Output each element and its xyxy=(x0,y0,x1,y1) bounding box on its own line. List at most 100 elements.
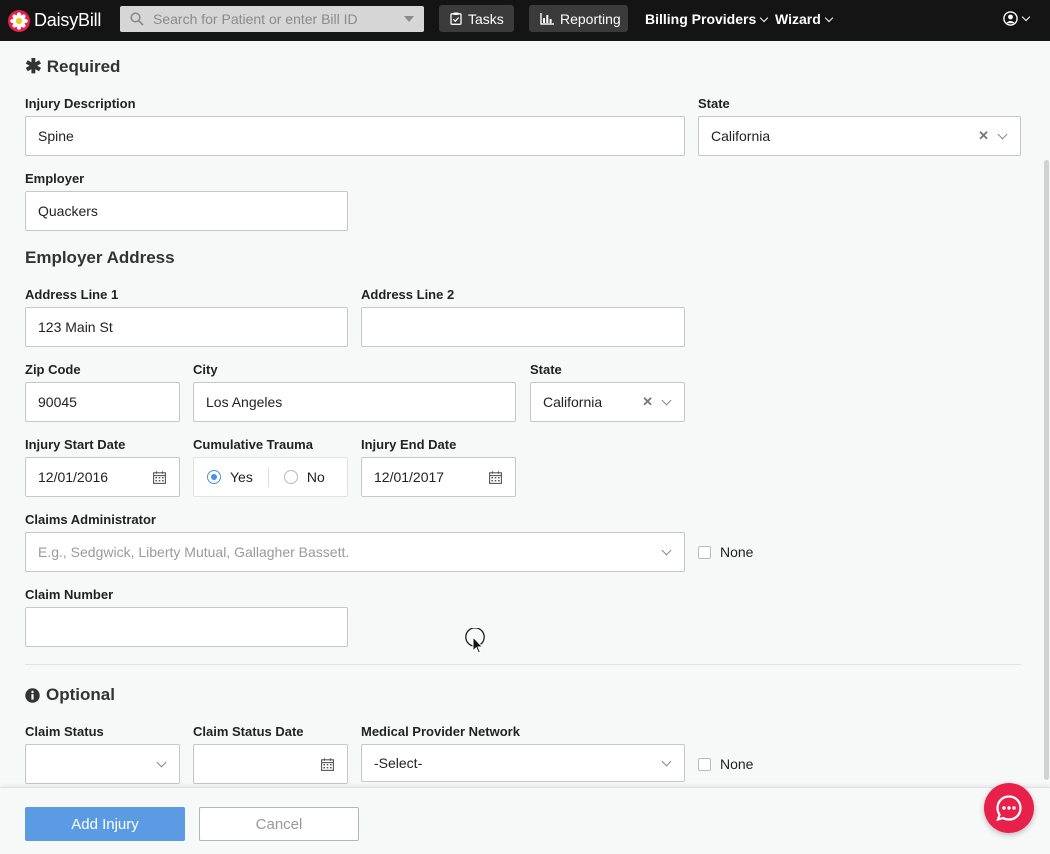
mpn-label: Medical Provider Network xyxy=(361,724,520,739)
address-state-value: California xyxy=(543,394,603,410)
chevron-down-icon xyxy=(661,395,672,405)
chat-widget-button[interactable] xyxy=(984,783,1034,833)
wizard-menu[interactable]: Wizard xyxy=(775,11,834,27)
claim-status-label: Claim Status xyxy=(25,724,104,739)
employer-value: Quackers xyxy=(38,203,98,219)
injury-description-input[interactable]: Spine xyxy=(25,116,685,156)
optional-heading-text: Optional xyxy=(46,685,115,704)
claims-admin-none-option[interactable]: None xyxy=(698,544,753,560)
zip-input[interactable]: 90045 xyxy=(25,382,180,422)
address-line1-input[interactable]: 123 Main St xyxy=(25,307,348,347)
cancel-button[interactable]: Cancel xyxy=(199,807,359,841)
employer-label: Employer xyxy=(25,171,85,186)
state-select[interactable]: California ✕ xyxy=(698,116,1021,156)
section-divider xyxy=(25,664,1021,665)
calendar-icon[interactable] xyxy=(321,757,334,771)
required-heading-text: Required xyxy=(46,57,121,76)
mpn-none-label: None xyxy=(720,756,754,772)
city-input[interactable]: Los Angeles xyxy=(193,382,516,422)
tasks-label: Tasks xyxy=(468,10,504,27)
claims-administrator-placeholder: E.g., Sedgwick, Liberty Mutual, Gallaghe… xyxy=(38,544,350,560)
caret-down-icon xyxy=(404,16,414,22)
mpn-select[interactable]: -Select- xyxy=(361,744,685,782)
address-line2-label: Address Line 2 xyxy=(361,287,455,302)
reporting-button[interactable]: Reporting xyxy=(529,5,628,32)
required-heading: ✱ Required xyxy=(25,57,120,77)
chevron-down-icon xyxy=(661,756,672,766)
injury-end-date-input[interactable]: 12/01/2017 xyxy=(361,457,516,497)
address-state-select[interactable]: California ✕ xyxy=(530,382,685,422)
employer-input[interactable]: Quackers xyxy=(25,191,348,231)
billing-providers-label: Billing Providers xyxy=(645,11,757,27)
search-icon xyxy=(130,12,144,26)
state-label: State xyxy=(698,96,730,111)
chevron-down-icon xyxy=(661,545,672,555)
radio-divider xyxy=(267,467,269,487)
claims-administrator-label: Claims Administrator xyxy=(25,512,156,527)
top-navbar: DaisyBill Search for Patient or enter Bi… xyxy=(0,0,1050,41)
user-menu[interactable] xyxy=(1003,11,1031,26)
chevron-down-icon xyxy=(1021,12,1031,22)
cumulative-trauma-label: Cumulative Trauma xyxy=(193,437,313,452)
calendar-icon[interactable] xyxy=(489,470,502,484)
brand-name: DaisyBill xyxy=(34,10,102,30)
claim-status-date-input[interactable] xyxy=(193,744,348,784)
calendar-icon[interactable] xyxy=(153,470,166,484)
brand[interactable]: DaisyBill xyxy=(8,9,108,32)
patient-search-input[interactable]: Search for Patient or enter Bill ID xyxy=(120,6,424,32)
trauma-yes-label: Yes xyxy=(230,469,253,485)
trauma-yes-radio[interactable] xyxy=(207,470,221,484)
asterisk-icon: ✱ xyxy=(25,56,42,78)
chevron-down-icon xyxy=(997,129,1008,139)
injury-end-date-value: 12/01/2017 xyxy=(374,469,445,485)
chevron-down-icon xyxy=(156,757,167,767)
trauma-no-label: No xyxy=(306,469,325,485)
address-line1-label: Address Line 1 xyxy=(25,287,119,302)
claims-admin-none-label: None xyxy=(720,544,754,560)
clear-icon[interactable]: ✕ xyxy=(978,128,989,144)
user-circle-icon xyxy=(1003,11,1018,26)
city-label: City xyxy=(193,362,218,377)
scrollbar-thumb[interactable] xyxy=(1044,160,1049,780)
injury-description-value: Spine xyxy=(38,128,74,144)
optional-heading: Optional xyxy=(25,685,115,705)
injury-end-date-label: Injury End Date xyxy=(361,437,457,452)
claim-number-label: Claim Number xyxy=(25,587,114,602)
tasks-button[interactable]: Tasks xyxy=(439,5,514,32)
injury-start-date-label: Injury Start Date xyxy=(25,437,126,452)
chevron-down-icon xyxy=(760,13,769,22)
billing-providers-menu[interactable]: Billing Providers xyxy=(645,11,769,27)
address-line1-value: 123 Main St xyxy=(38,319,113,335)
clipboard-check-icon xyxy=(450,12,462,25)
claims-administrator-select[interactable]: E.g., Sedgwick, Liberty Mutual, Gallaghe… xyxy=(25,532,685,572)
search-placeholder: Search for Patient or enter Bill ID xyxy=(153,11,358,27)
trauma-no-radio[interactable] xyxy=(283,470,298,484)
chevron-down-icon xyxy=(824,13,834,22)
clear-icon[interactable]: ✕ xyxy=(642,394,653,410)
state-value: California xyxy=(711,128,771,144)
bar-chart-icon xyxy=(540,12,554,25)
claim-status-select[interactable] xyxy=(25,744,180,784)
mpn-none-checkbox[interactable] xyxy=(698,757,711,771)
injury-start-date-input[interactable]: 12/01/2016 xyxy=(25,457,180,497)
add-injury-button[interactable]: Add Injury xyxy=(25,807,185,841)
zip-label: Zip Code xyxy=(25,362,81,377)
wizard-label: Wizard xyxy=(775,11,821,27)
cumulative-trauma-radio-group: Yes No xyxy=(193,457,348,497)
injury-start-date-value: 12/01/2016 xyxy=(38,469,109,485)
injury-description-label: Injury Description xyxy=(25,96,136,111)
reporting-label: Reporting xyxy=(560,10,621,27)
claim-number-input[interactable] xyxy=(25,607,348,647)
claim-status-date-label: Claim Status Date xyxy=(193,724,304,739)
employer-address-heading: Employer Address xyxy=(25,248,175,267)
mpn-value: -Select- xyxy=(374,755,423,771)
claims-admin-none-checkbox[interactable] xyxy=(698,545,711,559)
mpn-none-option[interactable]: None xyxy=(698,756,753,772)
zip-value: 90045 xyxy=(38,394,77,410)
address-line2-input[interactable] xyxy=(361,307,685,347)
address-state-label: State xyxy=(530,362,562,377)
info-circle-icon xyxy=(25,687,40,703)
chat-bubble-icon xyxy=(996,795,1022,822)
mouse-cursor-icon xyxy=(465,628,485,654)
daisy-logo-icon xyxy=(8,9,30,32)
